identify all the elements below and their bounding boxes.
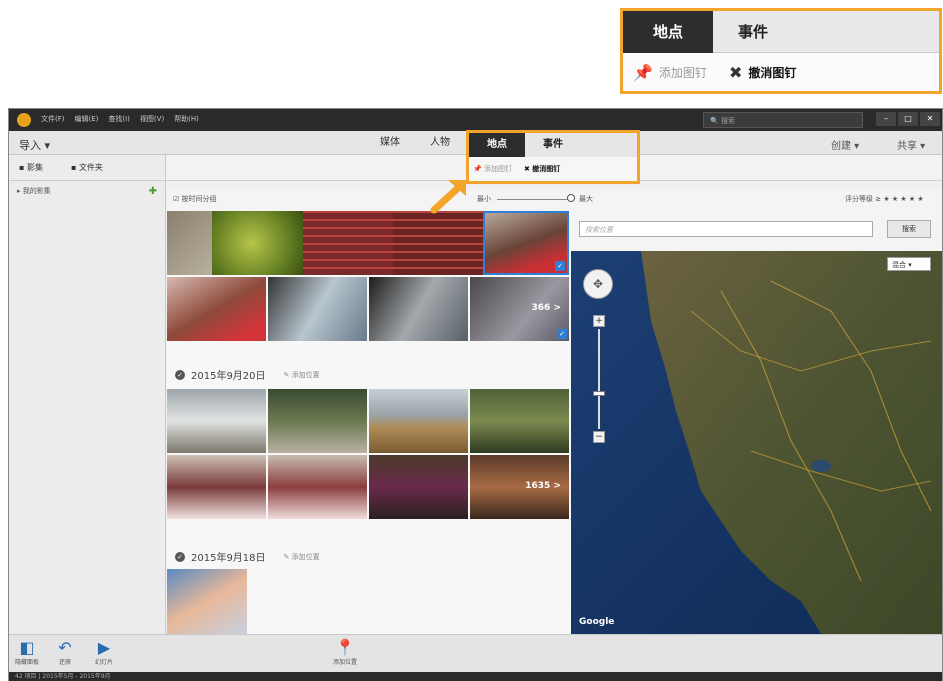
options-bar: ☑ 按时间分组 最小 最大 评分等级 ≥ ★ ★ ★ ★ ★	[167, 189, 942, 211]
photo-thumb[interactable]	[369, 455, 468, 519]
satellite-map	[571, 251, 942, 634]
photo-thumb-more[interactable]: 366 > ✓	[470, 277, 569, 341]
play-icon: ▶	[97, 638, 111, 657]
share-button[interactable]: 共享 ▾	[897, 137, 925, 152]
map-zoom-track[interactable]	[598, 329, 600, 429]
minimize-icon[interactable]: –	[876, 112, 896, 126]
rating-filter[interactable]: 评分等级 ≥ ★ ★ ★ ★ ★	[845, 194, 924, 204]
tab-places[interactable]: 地点	[623, 11, 713, 53]
remove-pin-button[interactable]: ✖ 撤消图钉	[729, 63, 796, 82]
photo-thumb[interactable]	[167, 455, 266, 519]
photo-thumb[interactable]	[268, 455, 367, 519]
pin-icon: 📌	[633, 62, 653, 82]
photo-thumb[interactable]	[268, 389, 367, 453]
google-logo: Google	[579, 617, 615, 627]
map-view[interactable]: ✥ + − 混合 ▾ Google	[571, 251, 942, 634]
create-button[interactable]: 创建 ▾	[831, 137, 859, 152]
map-panel: 搜索位置 搜索 ✥ + − 混合 ▾ Google	[571, 211, 942, 634]
menu-view[interactable]: 视图(V)	[140, 114, 164, 124]
menu-find[interactable]: 查找(I)	[108, 114, 130, 124]
add-pin-highlight[interactable]: 📌 添加图钉	[473, 164, 512, 174]
more-count-label[interactable]: 1635 >	[525, 481, 561, 491]
tab-events[interactable]: 事件	[713, 11, 793, 53]
menu-help[interactable]: 帮助(H)	[174, 114, 199, 124]
add-location-link[interactable]: ✎ 添加位置	[284, 552, 320, 562]
map-pan-control[interactable]: ✥	[583, 269, 613, 299]
photo-thumb[interactable]	[369, 389, 468, 453]
selected-check-icon: ✓	[555, 261, 565, 271]
photo-thumb[interactable]	[167, 277, 266, 341]
my-albums-row[interactable]: ▸ 我的影集 ✚	[9, 181, 165, 201]
undo-button[interactable]: ↶ 还原	[51, 638, 79, 667]
date-check-icon[interactable]: ✓	[175, 551, 185, 562]
zoom-callout: 地点 事件 📌 添加图钉 ✖ 撤消图钉	[620, 8, 942, 94]
undo-icon: ↶	[58, 638, 72, 657]
menu-bar: 文件(F) 编辑(E) 查找(I) 视图(V) 帮助(H)	[41, 114, 199, 124]
window-controls: – □ ✕	[876, 112, 940, 126]
remove-pin-highlight[interactable]: ✖ 撤消图钉	[524, 164, 560, 174]
add-pin-label: 添加图钉	[658, 65, 707, 80]
photo-thumb[interactable]	[212, 211, 311, 275]
unpin-icon: ✖	[728, 62, 743, 82]
add-pin-button[interactable]: 📌 添加图钉	[633, 63, 707, 82]
menu-edit[interactable]: 编辑(E)	[75, 114, 99, 124]
close-icon[interactable]: ✕	[920, 112, 940, 126]
hide-panel-button[interactable]: ◧ 隐藏面板	[11, 638, 43, 667]
maximize-icon[interactable]: □	[898, 112, 918, 126]
remove-pin-label: 撤消图钉	[748, 65, 797, 80]
import-button[interactable]: 导入 ▾	[19, 137, 50, 153]
pointer-arrow	[430, 180, 466, 214]
slideshow-button[interactable]: ▶ 幻灯片	[89, 638, 119, 667]
title-bar: 文件(F) 编辑(E) 查找(I) 视图(V) 帮助(H) 🔍 搜索 – □ ✕	[9, 109, 942, 131]
menu-file[interactable]: 文件(F)	[41, 114, 65, 124]
date-header: ✓ 2015年9月18日 ✎ 添加位置	[175, 549, 320, 564]
highlight-box: 地点 事件 📌 添加图钉 ✖ 撤消图钉	[466, 130, 640, 184]
photo-thumb[interactable]	[167, 569, 247, 634]
photo-thumb[interactable]	[393, 211, 492, 275]
zoom-in-button[interactable]: +	[593, 315, 605, 327]
map-search-button[interactable]: 搜索	[887, 220, 931, 238]
zoom-slider-handle[interactable]	[567, 194, 575, 202]
zoom-max-label: 最大	[579, 195, 593, 203]
tab-events-highlight[interactable]: 事件	[525, 133, 581, 157]
panel-icon: ◧	[19, 638, 35, 657]
photo-thumb[interactable]	[470, 389, 569, 453]
selected-check-icon: ✓	[557, 329, 567, 339]
photo-thumb-more[interactable]: 1635 >	[470, 455, 569, 519]
tab-media[interactable]: 媒体	[367, 131, 413, 155]
app-window: 文件(F) 编辑(E) 查找(I) 视图(V) 帮助(H) 🔍 搜索 – □ ✕…	[8, 108, 943, 681]
zoom-slider[interactable]	[497, 199, 571, 200]
map-zoom-handle[interactable]	[593, 391, 605, 396]
add-location-link[interactable]: ✎ 添加位置	[284, 370, 320, 380]
add-location-button[interactable]: 📍 添加位置	[325, 638, 365, 667]
status-bar: 42 项目 | 2015年5月 - 2015年9月	[9, 672, 942, 681]
photo-thumb[interactable]	[303, 211, 402, 275]
add-album-icon[interactable]: ✚	[149, 186, 157, 197]
tab-places-highlight[interactable]: 地点	[469, 133, 525, 157]
more-count-label[interactable]: 366 >	[532, 303, 561, 313]
photo-thumb[interactable]	[369, 277, 468, 341]
search-input[interactable]: 🔍 搜索	[703, 112, 863, 128]
date-header: ✓ 2015年9月20日 ✎ 添加位置	[175, 367, 320, 382]
zoom-min-label: 最小	[477, 195, 491, 203]
tab-albums[interactable]: ▪ 影集	[19, 162, 43, 173]
zoom-out-button[interactable]: −	[593, 431, 605, 443]
map-type-select[interactable]: 混合 ▾	[887, 257, 931, 271]
search-icon: 🔍	[710, 117, 719, 125]
date-check-icon[interactable]: ✓	[175, 369, 185, 380]
sidebar: ▪ 影集 ▪ 文件夹 ▸ 我的影集 ✚	[9, 155, 166, 634]
photo-thumb[interactable]	[167, 389, 266, 453]
photo-thumb-selected[interactable]: ✓	[483, 211, 569, 275]
tab-folders[interactable]: ▪ 文件夹	[71, 162, 103, 173]
tab-people[interactable]: 人物	[417, 131, 463, 155]
media-grid: ✓ 366 > ✓ ✓ 2015年9月20日 ✎ 添加位置 1635 > ✓ 2…	[167, 211, 571, 634]
app-logo-icon	[17, 113, 31, 127]
time-group-checkbox[interactable]: ☑ 按时间分组	[173, 194, 217, 204]
map-search-input[interactable]: 搜索位置	[579, 221, 873, 237]
bottom-bar: ◧ 隐藏面板 ↶ 还原 ▶ 幻灯片 📍 添加位置	[9, 634, 942, 672]
location-pin-icon: 📍	[335, 638, 355, 657]
photo-thumb[interactable]	[268, 277, 367, 341]
